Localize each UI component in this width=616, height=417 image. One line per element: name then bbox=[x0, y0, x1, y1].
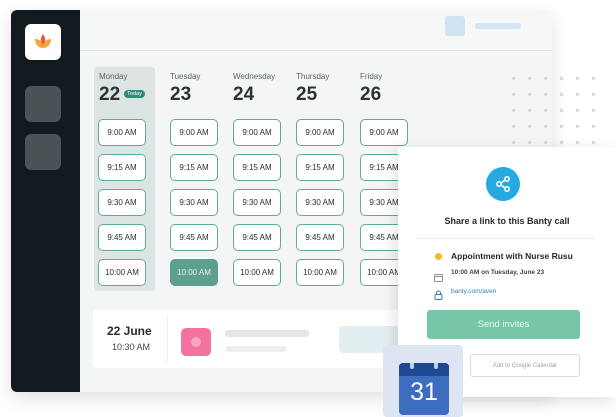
time-slot[interactable]: 9:30 AM bbox=[98, 189, 146, 216]
lock-icon bbox=[434, 287, 443, 305]
time-slot[interactable]: 9:45 AM bbox=[170, 224, 218, 251]
day-name: Wednesday bbox=[233, 72, 276, 81]
day-number: 25 bbox=[296, 84, 318, 105]
sidebar-item[interactable] bbox=[25, 134, 61, 170]
share-icon[interactable] bbox=[486, 167, 520, 201]
time-slot[interactable]: 9:15 AM bbox=[98, 154, 146, 181]
today-badge: Today bbox=[124, 90, 145, 98]
time-slot[interactable]: 9:00 AM bbox=[296, 119, 344, 146]
google-calendar-card: 31 bbox=[383, 345, 463, 417]
time-slot[interactable]: 10:00 AM bbox=[296, 259, 344, 286]
day-number: 24 bbox=[233, 84, 255, 105]
appointment-type-icon bbox=[181, 328, 211, 356]
google-calendar-icon: 31 bbox=[399, 363, 449, 415]
time-slot[interactable]: 9:00 AM bbox=[98, 119, 146, 146]
add-to-google-calendar-button[interactable]: Add to Google Calendar bbox=[470, 354, 580, 377]
time-slot[interactable]: 9:00 AM bbox=[233, 119, 281, 146]
appointment-datetime: 10:00 AM on Tuesday, June 23 bbox=[451, 269, 545, 276]
placeholder-line bbox=[225, 346, 287, 352]
top-bar bbox=[80, 10, 552, 51]
day-header-thursday: Thursday 25 bbox=[296, 72, 356, 106]
day-name: Tuesday bbox=[170, 72, 201, 81]
day-number: 23 bbox=[170, 84, 192, 105]
appointment-title: Appointment with Nurse Rusu bbox=[451, 251, 573, 261]
divider bbox=[416, 238, 594, 239]
time-slot[interactable]: 9:30 AM bbox=[170, 189, 218, 216]
upcoming-date: 22 June bbox=[107, 324, 152, 338]
upcoming-time: 10:30 AM bbox=[112, 342, 151, 352]
time-slot[interactable]: 9:15 AM bbox=[170, 154, 218, 181]
time-slot[interactable]: 9:45 AM bbox=[296, 224, 344, 251]
time-slot[interactable]: 10:00 AM bbox=[98, 259, 146, 286]
time-slot[interactable]: 9:15 AM bbox=[233, 154, 281, 181]
time-slot-selected[interactable]: 10:00 AM bbox=[170, 259, 218, 286]
share-link[interactable]: banty.com/aven bbox=[451, 288, 496, 295]
send-invites-button[interactable]: Send invites bbox=[427, 310, 580, 339]
day-header-monday: Monday 22 Today bbox=[99, 72, 159, 106]
time-slot[interactable]: 10:00 AM bbox=[233, 259, 281, 286]
time-slot[interactable]: 9:00 AM bbox=[170, 119, 218, 146]
time-slot[interactable]: 9:15 AM bbox=[296, 154, 344, 181]
time-slot[interactable]: 9:45 AM bbox=[98, 224, 146, 251]
day-name: Monday bbox=[99, 72, 128, 81]
time-slot[interactable]: 9:00 AM bbox=[360, 119, 408, 146]
top-bar-placeholder bbox=[475, 23, 521, 29]
share-title: Share a link to this Banty call bbox=[444, 216, 570, 226]
stage: Monday 22 Today Tuesday 23 Wednesday 24 T… bbox=[0, 0, 616, 417]
day-number: 26 bbox=[360, 84, 382, 105]
calendar-day-number: 31 bbox=[410, 378, 438, 406]
day-header-wednesday: Wednesday 24 bbox=[233, 72, 293, 106]
day-name: Friday bbox=[360, 72, 383, 81]
status-dot bbox=[435, 253, 442, 260]
upcoming-appointment-card[interactable]: 22 June 10:30 AM bbox=[93, 310, 403, 368]
sidebar-item[interactable] bbox=[25, 86, 61, 122]
time-slot[interactable]: 9:45 AM bbox=[233, 224, 281, 251]
day-header-tuesday: Tuesday 23 bbox=[170, 72, 230, 106]
day-name: Thursday bbox=[296, 72, 330, 81]
divider bbox=[167, 316, 168, 362]
placeholder-line bbox=[225, 330, 309, 337]
day-header-friday: Friday 26 bbox=[360, 72, 420, 106]
top-bar-placeholder bbox=[445, 16, 465, 36]
time-slot[interactable]: 9:30 AM bbox=[296, 189, 344, 216]
day-number: 22 bbox=[99, 84, 121, 105]
time-slot[interactable]: 9:30 AM bbox=[233, 189, 281, 216]
lotus-logo-icon[interactable] bbox=[25, 24, 61, 60]
calendar-icon bbox=[434, 269, 443, 287]
sidebar bbox=[11, 10, 80, 392]
